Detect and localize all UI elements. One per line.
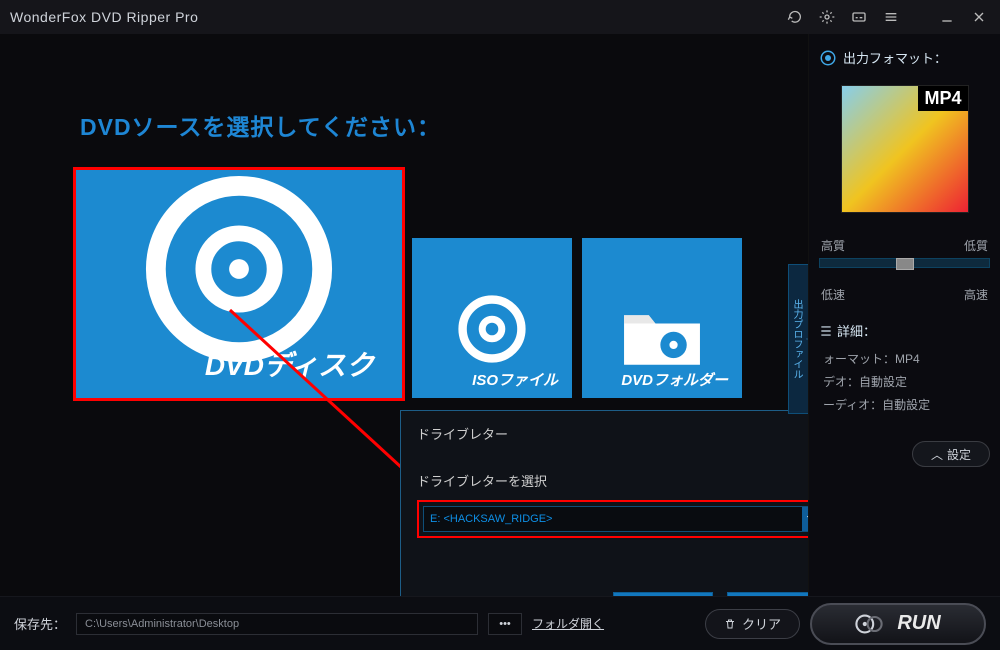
drive-letter-value: E: <HACKSAW_RIDGE> xyxy=(430,513,552,525)
detail-audio: ーディオ：自動設定 xyxy=(823,396,990,413)
dialog-title: ドライブレター xyxy=(417,424,508,443)
dvd-folder-label: DVDフォルダー xyxy=(621,369,728,390)
source-prompt: DVDソースを選択してください： xyxy=(80,108,788,142)
dvd-disc-label: DVDディスク xyxy=(205,344,374,384)
quality-high-label: 高質 xyxy=(821,237,845,254)
drive-select-highlight: E: <HACKSAW_RIDGE> xyxy=(417,500,827,538)
trash-icon xyxy=(724,618,736,630)
format-badge: MP4 xyxy=(918,86,967,111)
settings-icon[interactable] xyxy=(816,6,838,28)
quality-slider[interactable] xyxy=(819,258,990,268)
minimize-icon[interactable] xyxy=(936,6,958,28)
save-label: 保存先： xyxy=(14,614,66,633)
dvd-folder-tile[interactable]: DVDフォルダー xyxy=(582,238,742,398)
iso-disc-icon xyxy=(457,294,527,364)
detail-format: ォーマット：MP4 xyxy=(823,350,990,367)
run-disc-icon xyxy=(855,612,883,636)
detail-video: デオ：自動設定 xyxy=(823,373,990,390)
speed-high-label: 高速 xyxy=(964,286,988,303)
format-thumbnail[interactable]: MP4 xyxy=(841,85,969,213)
run-button[interactable]: RUN xyxy=(810,603,986,645)
dvd-disc-tile[interactable]: DVDディスク xyxy=(76,170,402,398)
disc-icon xyxy=(139,170,339,368)
settings-button[interactable]: ︿ 設定 xyxy=(912,441,990,467)
drive-letter-select[interactable]: E: <HACKSAW_RIDGE> xyxy=(423,506,821,532)
open-folder-link[interactable]: フォルダ開く xyxy=(532,615,604,632)
speed-low-label: 低速 xyxy=(821,286,845,303)
details-header: 詳細： xyxy=(819,321,990,340)
refresh-icon[interactable] xyxy=(784,6,806,28)
details-icon xyxy=(819,324,833,338)
chevron-up-icon: ︿ xyxy=(931,446,943,463)
menu-icon[interactable] xyxy=(880,6,902,28)
iso-file-tile[interactable]: ISOファイル xyxy=(412,238,572,398)
quality-low-label: 低質 xyxy=(964,237,988,254)
right-panel: 出力フォマット： MP4 高質 低質 低速 高速 詳細： ォーマット：MP4 デ… xyxy=(808,34,1000,596)
folder-icon xyxy=(619,302,705,368)
bottom-bar: 保存先： C:\Users\Administrator\Desktop ••• … xyxy=(0,596,1000,650)
browse-button[interactable]: ••• xyxy=(488,613,522,635)
close-icon[interactable] xyxy=(968,6,990,28)
dialog-subtitle: ドライブレターを選択 xyxy=(417,471,827,490)
target-icon xyxy=(819,49,837,67)
output-profile-tab[interactable]: 出力プロファイル xyxy=(788,264,808,414)
output-path-field[interactable]: C:\Users\Administrator\Desktop xyxy=(76,613,478,635)
output-format-header: 出力フォマット： xyxy=(819,48,990,67)
app-title: WonderFox DVD Ripper Pro xyxy=(10,9,198,25)
iso-file-label: ISOファイル xyxy=(472,369,558,390)
titlebar: WonderFox DVD Ripper Pro xyxy=(0,0,1000,34)
main-area: DVDソースを選択してください： DVDディスク ISOファイル xyxy=(0,34,808,596)
subtitle-icon[interactable] xyxy=(848,6,870,28)
clear-button[interactable]: クリア xyxy=(705,609,800,639)
